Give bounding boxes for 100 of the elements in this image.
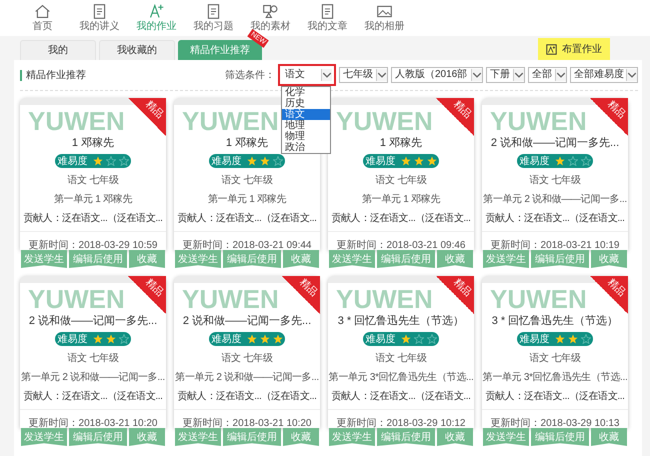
card-title: 2 说和做——记闻一多先... bbox=[490, 136, 620, 150]
caret-icon bbox=[471, 69, 482, 81]
subject-grade: 语文 七年级 bbox=[68, 174, 118, 187]
watermark: YUWEN bbox=[336, 283, 433, 315]
card-title: 3 * 回忆鲁迅先生（节选） bbox=[338, 314, 464, 328]
card-title: 1 邓稼先 bbox=[72, 136, 114, 150]
subject-grade: 语文 七年级 bbox=[376, 174, 426, 187]
filter-select[interactable]: 七年级 bbox=[339, 67, 388, 83]
star-icon bbox=[554, 156, 564, 166]
difficulty-badge: 难易度 bbox=[517, 154, 593, 168]
star-icon bbox=[414, 156, 424, 166]
card-title: 3 * 回忆鲁迅先生（节选） bbox=[492, 314, 618, 328]
star-icon bbox=[554, 334, 564, 344]
difficulty-badge: 难易度 bbox=[209, 332, 285, 346]
star-icon bbox=[272, 156, 282, 166]
nav-tab[interactable]: 我的习题 bbox=[185, 0, 242, 36]
homework-card[interactable]: YUWEN 精品 3 * 回忆鲁迅先生（节选） 难易度 语文 七年级 第一单元 3*回忆鲁迅先生（节选... 贡献人：泛在语文...（泛在语文... 更新时间：2018-03-29 10:13 bbox=[482, 276, 628, 428]
subject-grade: 语文 七年级 bbox=[222, 174, 272, 187]
tab[interactable]: 我收藏的 bbox=[99, 40, 175, 60]
watermark: YUWEN bbox=[28, 105, 125, 137]
star-icon bbox=[260, 334, 270, 344]
unit-text: 第一单元 3*回忆鲁迅先生（节选... bbox=[328, 370, 474, 384]
star-icon bbox=[106, 334, 116, 344]
watermark: YUWEN bbox=[182, 283, 279, 315]
ribbon-badge: 精品 bbox=[282, 276, 320, 314]
card-title: 1 邓稼先 bbox=[380, 136, 422, 150]
filter-select[interactable]: 全部 bbox=[528, 67, 567, 83]
caret-icon bbox=[376, 69, 387, 81]
unit-text: 第一单元 3*回忆鲁迅先生（节选... bbox=[482, 370, 628, 384]
ribbon-badge: 精品 bbox=[436, 276, 474, 314]
star-icon bbox=[400, 334, 410, 344]
star-icon bbox=[400, 156, 410, 166]
watermark: YUWEN bbox=[28, 283, 125, 315]
homework-card[interactable]: YUWEN 精品 3 * 回忆鲁迅先生（节选） 难易度 语文 七年级 第一单元 3*回忆鲁迅先生（节选... 贡献人：泛在语文...（泛在语文... 更新时间：2018-03-29 10:12 bbox=[328, 276, 474, 428]
contributor-text: 贡献人：泛在语文...（泛在语文... bbox=[177, 390, 317, 403]
watermark: YUWEN bbox=[336, 105, 433, 137]
difficulty-badge: 难易度 bbox=[55, 154, 131, 168]
unit-text: 第一单元 1 邓稼先 bbox=[208, 192, 286, 206]
document-icon bbox=[91, 3, 108, 20]
difficulty-badge: 难易度 bbox=[517, 332, 593, 346]
ribbon-badge: 精品 bbox=[436, 98, 474, 136]
homework-card[interactable]: YUWEN 精品 1 邓稼先 难易度 语文 七年级 第一单元 1 邓稼先 贡献人：泛在语文...（泛在语文... 更新时间：2018-03-21 09:46 bbox=[328, 98, 474, 250]
contributor-text: 贡献人：泛在语文...（泛在语文... bbox=[331, 212, 471, 225]
dropdown-option[interactable]: 语文 bbox=[282, 109, 330, 120]
unit-text: 第一单元 2 说和做——记闻一多... bbox=[483, 192, 627, 206]
contributor-text: 贡献人：泛在语文...（泛在语文... bbox=[23, 390, 163, 403]
filter-select[interactable]: 下册 bbox=[486, 67, 525, 83]
unit-text: 第一单元 2 说和做——记闻一多... bbox=[175, 370, 319, 384]
document-icon bbox=[205, 3, 222, 20]
tab[interactable]: 我的 bbox=[20, 40, 96, 60]
ribbon-badge: 精品 bbox=[590, 98, 628, 136]
unit-text: 第一单元 1 邓稼先 bbox=[362, 192, 440, 206]
homework-card[interactable]: YUWEN 精品 2 说和做——记闻一多先... 难易度 语文 七年级 第一单元 2 说和做——记闻一多... 贡献人：泛在语文...（泛在语文... 更新时间：2018-03-21 10:20 bbox=[174, 276, 320, 428]
watermark: YUWEN bbox=[182, 105, 279, 137]
image-icon bbox=[376, 3, 393, 20]
nav-tab[interactable]: 我的讲义 bbox=[71, 0, 128, 36]
star-icon bbox=[260, 156, 270, 166]
homework-card[interactable]: YUWEN 精品 2 说和做——记闻一多先... 难易度 语文 七年级 第一单元 2 说和做——记闻一多... 贡献人：泛在语文...（泛在语文... 更新时间：2018-03-21 10:19 bbox=[482, 98, 628, 250]
homework-card[interactable]: YUWEN 精品 1 邓稼先 难易度 语文 七年级 第一单元 1 邓稼先 贡献人：泛在语文...（泛在语文... 更新时间：2018-03-29 10:59 bbox=[20, 98, 166, 250]
star-icon bbox=[580, 156, 590, 166]
caret-icon bbox=[513, 69, 524, 81]
contributor-text: 贡献人：泛在语文...（泛在语文... bbox=[485, 390, 625, 403]
nav-tab[interactable]: 首页 bbox=[14, 0, 71, 36]
unit-text: 第一单元 1 邓稼先 bbox=[54, 192, 132, 206]
filter-select[interactable]: 人教版（2016部 bbox=[391, 67, 483, 83]
contributor-text: 贡献人：泛在语文...（泛在语文... bbox=[485, 212, 625, 225]
subject-grade: 语文 七年级 bbox=[530, 352, 580, 365]
nav-tab[interactable]: 我的作业 bbox=[128, 0, 185, 36]
difficulty-badge: 难易度 bbox=[55, 332, 131, 346]
subject-grade: 语文 七年级 bbox=[68, 352, 118, 365]
contributor-text: 贡献人：泛在语文...（泛在语文... bbox=[177, 212, 317, 225]
nav-tab[interactable]: 我的相册 bbox=[356, 0, 413, 36]
star-icon bbox=[92, 334, 102, 344]
nav-tab[interactable]: 我的文章 bbox=[299, 0, 356, 36]
caret-icon bbox=[626, 69, 637, 81]
filter-select[interactable]: 语文 bbox=[278, 64, 336, 86]
star-icon bbox=[246, 334, 256, 344]
star-icon bbox=[414, 334, 424, 344]
difficulty-badge: 难易度 bbox=[363, 154, 439, 168]
ribbon-badge: 精品 bbox=[128, 276, 166, 314]
contributor-text: 贡献人：泛在语文...（泛在语文... bbox=[331, 390, 471, 403]
watermark: YUWEN bbox=[490, 105, 587, 137]
ribbon-badge: 精品 bbox=[590, 276, 628, 314]
ribbon-badge: 精品 bbox=[128, 98, 166, 136]
caret-icon bbox=[555, 69, 566, 81]
star-icon bbox=[426, 156, 436, 166]
subject-grade: 语文 七年级 bbox=[222, 352, 272, 365]
star-icon bbox=[106, 156, 116, 166]
star-icon bbox=[272, 334, 282, 344]
star-icon bbox=[118, 334, 128, 344]
home-icon bbox=[34, 3, 51, 20]
filter-select[interactable]: 全部难易度 bbox=[570, 67, 638, 83]
section-title: 精品作业推荐 bbox=[20, 70, 86, 80]
document-icon bbox=[319, 3, 336, 20]
dropdown-option[interactable]: 化学 bbox=[282, 87, 330, 98]
star-icon bbox=[568, 156, 578, 166]
star-icon bbox=[580, 334, 590, 344]
homework-card[interactable]: YUWEN 精品 2 说和做——记闻一多先... 难易度 语文 七年级 第一单元 2 说和做——记闻一多... 贡献人：泛在语文...（泛在语文... 更新时间：2018-03-21 10:20 bbox=[20, 276, 166, 428]
subject-grade: 语文 七年级 bbox=[530, 174, 580, 187]
assign-homework-button[interactable]: 布置作业 bbox=[538, 38, 610, 60]
